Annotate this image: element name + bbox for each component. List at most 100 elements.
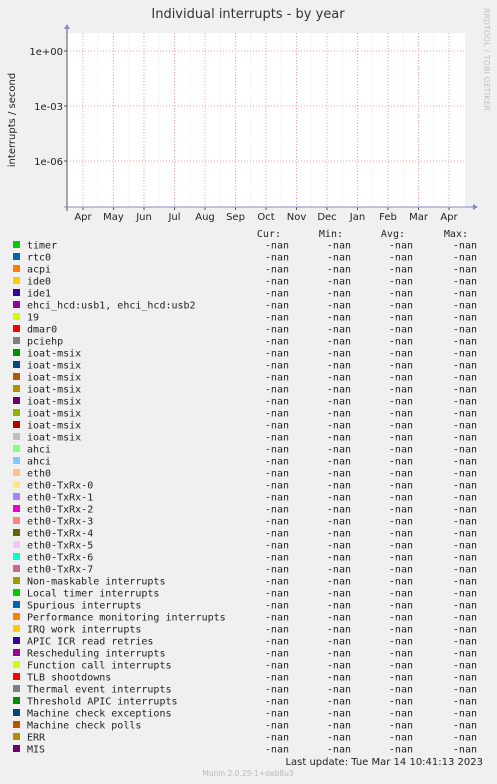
watermark: RRDTOOL / TOBI OETIKER bbox=[482, 8, 491, 111]
legend-swatch bbox=[13, 277, 20, 284]
legend-swatch bbox=[13, 733, 20, 740]
legend-swatch bbox=[13, 253, 20, 260]
legend-value-min: -nan bbox=[327, 625, 351, 636]
legend-value-avg: -nan bbox=[389, 409, 413, 420]
legend-value-max: -nan bbox=[453, 517, 477, 528]
legend-value-max: -nan bbox=[453, 553, 477, 564]
legend-swatch bbox=[13, 685, 20, 692]
legend-row: eth0-TxRx-2 -nan -nan -nan -nan bbox=[13, 505, 477, 516]
y-tick-label: 1e-03 bbox=[34, 102, 63, 113]
legend-series-name: eth0-TxRx-4 bbox=[27, 529, 93, 540]
legend-value-cur: -nan bbox=[265, 649, 289, 660]
legend-value-min: -nan bbox=[327, 589, 351, 600]
legend-value-min: -nan bbox=[327, 325, 351, 336]
legend-swatch bbox=[13, 649, 20, 656]
legend-value-cur: -nan bbox=[265, 565, 289, 576]
legend-value-max: -nan bbox=[453, 589, 477, 600]
legend-series-name: acpi bbox=[27, 265, 51, 276]
legend-value-max: -nan bbox=[453, 361, 477, 372]
legend-value-avg: -nan bbox=[389, 517, 413, 528]
legend-swatch bbox=[13, 745, 20, 752]
legend-series-name: rtc0 bbox=[27, 253, 51, 264]
legend-value-max: -nan bbox=[453, 709, 477, 720]
legend-value-min: -nan bbox=[327, 361, 351, 372]
legend-value-cur: -nan bbox=[265, 301, 289, 312]
legend-value-min: -nan bbox=[327, 385, 351, 396]
legend-value-avg: -nan bbox=[389, 589, 413, 600]
munin-version: Munin 2.0.25-1+deb8u3 bbox=[202, 769, 293, 778]
legend-row: ioat-msix -nan -nan -nan -nan bbox=[13, 409, 477, 420]
legend-swatch bbox=[13, 373, 20, 380]
legend-swatch bbox=[13, 565, 20, 572]
legend-value-min: -nan bbox=[327, 541, 351, 552]
legend-swatch bbox=[13, 337, 20, 344]
legend-value-cur: -nan bbox=[265, 325, 289, 336]
legend-value-min: -nan bbox=[327, 349, 351, 360]
legend-value-min: -nan bbox=[327, 445, 351, 456]
legend-value-cur: -nan bbox=[265, 385, 289, 396]
legend-value-min: -nan bbox=[327, 553, 351, 564]
legend-value-min: -nan bbox=[327, 637, 351, 648]
legend-series-name: MIS bbox=[27, 745, 45, 756]
legend-value-max: -nan bbox=[453, 421, 477, 432]
legend-row: ioat-msix -nan -nan -nan -nan bbox=[13, 349, 477, 360]
legend-value-avg: -nan bbox=[389, 277, 413, 288]
legend-value-cur: -nan bbox=[265, 661, 289, 672]
legend-value-cur: -nan bbox=[265, 745, 289, 756]
legend-series-name: Thermal event interrupts bbox=[27, 685, 172, 696]
legend-swatch bbox=[13, 361, 20, 368]
legend-value-avg: -nan bbox=[389, 721, 413, 732]
legend-value-avg: -nan bbox=[389, 433, 413, 444]
legend-value-min: -nan bbox=[327, 301, 351, 312]
legend-value-avg: -nan bbox=[389, 661, 413, 672]
legend-value-min: -nan bbox=[327, 673, 351, 684]
legend-value-min: -nan bbox=[327, 337, 351, 348]
col-header-max: Max: bbox=[444, 229, 468, 240]
legend-row: eth0 -nan -nan -nan -nan bbox=[13, 469, 477, 480]
legend-value-cur: -nan bbox=[265, 625, 289, 636]
x-tick-label: Sep bbox=[226, 212, 245, 223]
legend-value-avg: -nan bbox=[389, 289, 413, 300]
legend-value-cur: -nan bbox=[265, 733, 289, 744]
legend-swatch bbox=[13, 709, 20, 716]
legend-swatch bbox=[13, 541, 20, 548]
legend-series-name: pciehp bbox=[27, 337, 63, 348]
legend-row: ide1 -nan -nan -nan -nan bbox=[13, 289, 477, 300]
legend-value-min: -nan bbox=[327, 493, 351, 504]
legend-row: ahci -nan -nan -nan -nan bbox=[13, 445, 477, 456]
legend-value-cur: -nan bbox=[265, 373, 289, 384]
legend-value-avg: -nan bbox=[389, 265, 413, 276]
legend-value-max: -nan bbox=[453, 457, 477, 468]
legend: timer -nan -nan -nan -nan rtc0 -nan -nan -nan -na… bbox=[13, 241, 477, 756]
legend-series-name: APIC ICR read retries bbox=[27, 637, 153, 648]
legend-row: timer -nan -nan -nan -nan bbox=[13, 241, 477, 252]
legend-value-cur: -nan bbox=[265, 517, 289, 528]
legend-value-max: -nan bbox=[453, 373, 477, 384]
legend-value-max: -nan bbox=[453, 721, 477, 732]
legend-row: MIS -nan -nan -nan -nan bbox=[13, 745, 477, 756]
legend-value-min: -nan bbox=[327, 613, 351, 624]
legend-row: Machine check polls -nan -nan -nan -nan bbox=[13, 721, 477, 732]
chart-title: Individual interrupts - by year bbox=[151, 7, 345, 22]
legend-swatch bbox=[13, 673, 20, 680]
legend-value-cur: -nan bbox=[265, 613, 289, 624]
legend-row: 19 -nan -nan -nan -nan bbox=[13, 313, 477, 324]
legend-value-cur: -nan bbox=[265, 445, 289, 456]
legend-value-cur: -nan bbox=[265, 589, 289, 600]
legend-swatch bbox=[13, 505, 20, 512]
legend-series-name: eth0-TxRx-7 bbox=[27, 565, 93, 576]
legend-value-avg: -nan bbox=[389, 601, 413, 612]
legend-value-avg: -nan bbox=[389, 457, 413, 468]
legend-value-avg: -nan bbox=[389, 553, 413, 564]
legend-value-max: -nan bbox=[453, 529, 477, 540]
legend-swatch bbox=[13, 301, 20, 308]
legend-value-max: -nan bbox=[453, 301, 477, 312]
legend-value-max: -nan bbox=[453, 733, 477, 744]
legend-value-cur: -nan bbox=[265, 397, 289, 408]
legend-value-max: -nan bbox=[453, 349, 477, 360]
legend-value-avg: -nan bbox=[389, 673, 413, 684]
legend-row: Performance monitoring interrupts -nan -na… bbox=[13, 613, 477, 624]
x-tick-label: Feb bbox=[379, 212, 397, 223]
legend-swatch bbox=[13, 349, 20, 356]
legend-value-cur: -nan bbox=[265, 241, 289, 252]
